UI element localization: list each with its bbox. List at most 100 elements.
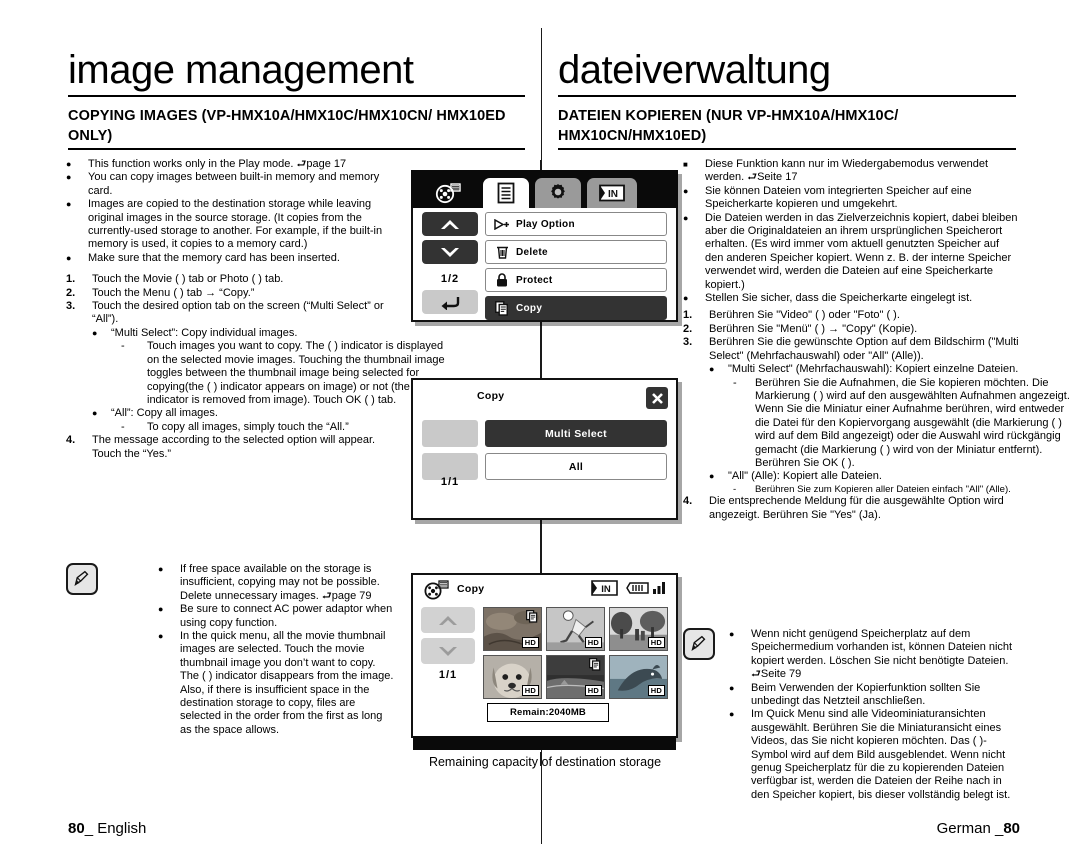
bullet-marker: ●	[683, 185, 689, 196]
tab-settings[interactable]	[535, 178, 581, 208]
bullet-marker: ●	[92, 327, 98, 338]
numbered-step: 4. The message according to the selected …	[66, 434, 376, 460]
thumbnail-item[interactable]: HD	[609, 607, 668, 651]
bullet-marker: ●	[729, 682, 735, 693]
pen-glyph	[691, 635, 706, 651]
chevron-up-icon	[441, 219, 459, 229]
chevron-up-icon	[439, 615, 457, 625]
signal-icon	[653, 581, 668, 599]
sub-detail: - Touch images you want to copy. The ( ) …	[121, 340, 445, 406]
play-option-icon	[492, 218, 512, 230]
tab-menu[interactable]	[483, 178, 529, 208]
menu-item-copy[interactable]: Copy	[485, 296, 667, 320]
copy-mark-icon	[525, 609, 538, 623]
menu-item-play-option[interactable]: Play Option	[485, 212, 667, 236]
close-button[interactable]	[646, 387, 668, 409]
list-icon	[497, 182, 515, 204]
note-pen-icon	[683, 628, 715, 660]
sub-detail: - Berühren Sie zum Kopieren aller Dateien…	[733, 483, 1011, 495]
bullet-marker: ●	[729, 709, 735, 720]
numbered-step: 3. Berühren Sie die gewünschte Option auf…	[683, 336, 1019, 362]
bullet-marker: ●	[729, 629, 735, 639]
dash-marker: -	[121, 340, 125, 353]
bullet-marker: ●	[66, 252, 72, 263]
menu-item-label: Delete	[516, 246, 548, 258]
option-spacer	[422, 420, 478, 447]
dash-marker: -	[121, 420, 125, 433]
numbered-step: 1. Berühren Sie "Video" ( ) oder "Foto" (…	[683, 309, 900, 322]
title-rule-english	[68, 95, 525, 97]
thumbnail-item[interactable]: HD	[483, 607, 542, 651]
screen-footer-bar	[413, 736, 676, 750]
thumbnail-item[interactable]: HD	[609, 655, 668, 699]
quality-badge: HD	[647, 637, 665, 648]
remaining-capacity-badge: Remain:2040MB	[487, 703, 609, 722]
note-item: ● If free space available on the storage …	[158, 563, 380, 602]
note-item: ● Wenn nicht genügend Speicherplatz auf d…	[729, 628, 1013, 681]
quality-badge: HD	[584, 685, 602, 696]
footer-sep: _	[990, 820, 1004, 837]
footer-english: 80_ English	[68, 820, 146, 837]
note-item: ● Beim Verwenden der Kopierfunktion sollt…	[729, 681, 981, 708]
sidebar-item-movie-tab[interactable]	[425, 178, 471, 208]
thumb-screen-title: Copy	[457, 583, 485, 595]
bullet-marker: ■	[683, 160, 688, 169]
camera-screen-flow: IN 1/2 Play Option Delete Protect Copy C…	[400, 160, 682, 780]
quality-badge: HD	[521, 637, 539, 648]
thumbnail-item[interactable]: HD	[483, 655, 542, 699]
sub-bullet: ● “Multi Select”: Copy individual images.	[92, 326, 298, 339]
bullet-marker: ●	[92, 408, 98, 419]
german-body: ■ Diese Funktion kann nur im Wiedergabemo…	[683, 158, 1070, 522]
menu-item-label: Play Option	[516, 218, 575, 230]
section-heading-english: COPYING IMAGES (VP-HMX10A/HMX10C/HMX10CN…	[68, 108, 506, 144]
menu-body: 1/2 Play Option Delete Protect Copy	[411, 208, 678, 322]
figure-caption: Remaining capacity of destination storag…	[428, 755, 662, 769]
scroll-down-button[interactable]	[422, 240, 478, 264]
menu-item-delete[interactable]: Delete	[485, 240, 667, 264]
in-memory-icon: IN	[591, 580, 618, 601]
page-title-english: image management	[68, 48, 414, 92]
pen-glyph	[74, 570, 89, 586]
footer-german: German _80	[937, 820, 1020, 837]
page-title-german: dateiverwaltung	[558, 48, 831, 92]
flow-connector	[540, 322, 542, 380]
footer-sep: _	[84, 820, 98, 837]
battery-icon	[626, 581, 650, 600]
copy-thumbnail-screen: Copy IN 1/1 HD HD HD HD HD HD Remain:204…	[411, 573, 678, 750]
numbered-step: 2. Touch the Menu ( ) tab → “Copy.”	[66, 286, 255, 299]
flow-connector	[540, 520, 542, 575]
list-item: ● You can copy images between built-in me…	[66, 171, 380, 197]
menu-item-protect[interactable]: Protect	[485, 268, 667, 292]
thumbnail-item[interactable]: HD	[546, 607, 605, 651]
quality-badge: HD	[647, 685, 665, 696]
bullet-marker: ●	[158, 631, 164, 642]
chevron-down-icon	[439, 646, 457, 656]
numbered-step: 2. Berühren Sie "Menü" ( ) → "Copy" (Kopi…	[683, 322, 918, 335]
option-all[interactable]: All	[485, 453, 667, 480]
thumbnail-grid: HD HD HD HD HD HD	[483, 607, 669, 699]
quality-badge: HD	[521, 685, 539, 696]
bullet-marker: ●	[709, 471, 715, 482]
scroll-up-button[interactable]	[421, 607, 475, 633]
bullet-marker: ●	[66, 172, 72, 183]
gear-icon	[551, 184, 565, 199]
scroll-up-button[interactable]	[422, 212, 478, 236]
back-button[interactable]	[422, 290, 478, 314]
menu-item-label: Copy	[516, 302, 543, 314]
copy-dialog-title: Copy	[477, 390, 505, 402]
tab-storage[interactable]: IN	[587, 178, 637, 208]
option-multi-select[interactable]: Multi Select	[485, 420, 667, 447]
title-rule-german	[558, 95, 1016, 97]
quality-badge: HD	[584, 637, 602, 648]
list-item: ● Make sure that the memory card has been…	[66, 251, 340, 264]
list-item: ● Images are copied to the destination st…	[66, 198, 383, 251]
scroll-down-button[interactable]	[421, 638, 475, 664]
bullet-marker: ●	[683, 212, 689, 223]
bullet-marker: ●	[158, 604, 164, 615]
thumbnail-item[interactable]: HD	[546, 655, 605, 699]
note-item: ● In the quick menu, all the movie thumbn…	[158, 630, 394, 736]
thumb-nav-column: 1/1	[421, 607, 475, 681]
numbered-step: 1. Touch the Movie ( ) tab or Photo ( ) t…	[66, 273, 284, 286]
list-item: ● Die Dateien werden in das Zielverzeichn…	[683, 211, 1018, 291]
list-item: ● Stellen Sie sicher, dass die Speicherka…	[683, 292, 973, 305]
